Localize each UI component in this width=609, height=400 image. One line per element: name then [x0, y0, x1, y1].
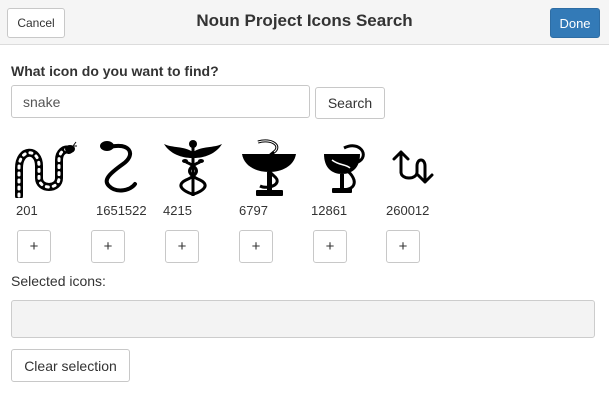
swap-arrows-icon[interactable] [385, 138, 447, 198]
add-icon-button[interactable]: + [386, 230, 420, 263]
page-title: Noun Project Icons Search [196, 11, 413, 30]
add-icon-button[interactable]: + [91, 230, 125, 263]
snake-s-icon[interactable] [95, 138, 157, 198]
add-icon-button[interactable]: + [17, 230, 51, 263]
result-item: 12861 [310, 138, 382, 218]
result-id: 1651522 [96, 203, 147, 218]
result-item: 201 [15, 138, 87, 218]
pharmacy-bowl-icon[interactable] [310, 138, 372, 198]
caduceus-icon[interactable] [162, 138, 224, 198]
bowl-of-hygieia-icon[interactable] [238, 138, 300, 198]
result-id: 260012 [386, 203, 430, 218]
add-icon-button[interactable]: + [313, 230, 347, 263]
search-question-label: What icon do you want to find? [11, 63, 219, 79]
snake-icon[interactable] [15, 138, 77, 198]
selected-icons-label: Selected icons: [11, 273, 106, 289]
result-id: 4215 [163, 203, 192, 218]
clear-selection-button[interactable]: Clear selection [11, 349, 130, 382]
selected-icons-field[interactable] [11, 300, 595, 338]
result-item: 4215 [162, 138, 234, 218]
result-item: 1651522 [95, 138, 167, 218]
header-bar: Cancel Noun Project Icons Search Done [0, 0, 609, 45]
search-input[interactable] [11, 85, 310, 118]
result-id: 12861 [311, 203, 348, 218]
done-button[interactable]: Done [550, 8, 600, 38]
result-id: 6797 [239, 203, 268, 218]
result-item: 260012 [385, 138, 457, 218]
add-icon-button[interactable]: + [165, 230, 199, 263]
result-item: 6797 [238, 138, 310, 218]
result-id: 201 [16, 203, 38, 218]
add-icon-button[interactable]: + [239, 230, 273, 263]
search-button[interactable]: Search [315, 87, 385, 119]
